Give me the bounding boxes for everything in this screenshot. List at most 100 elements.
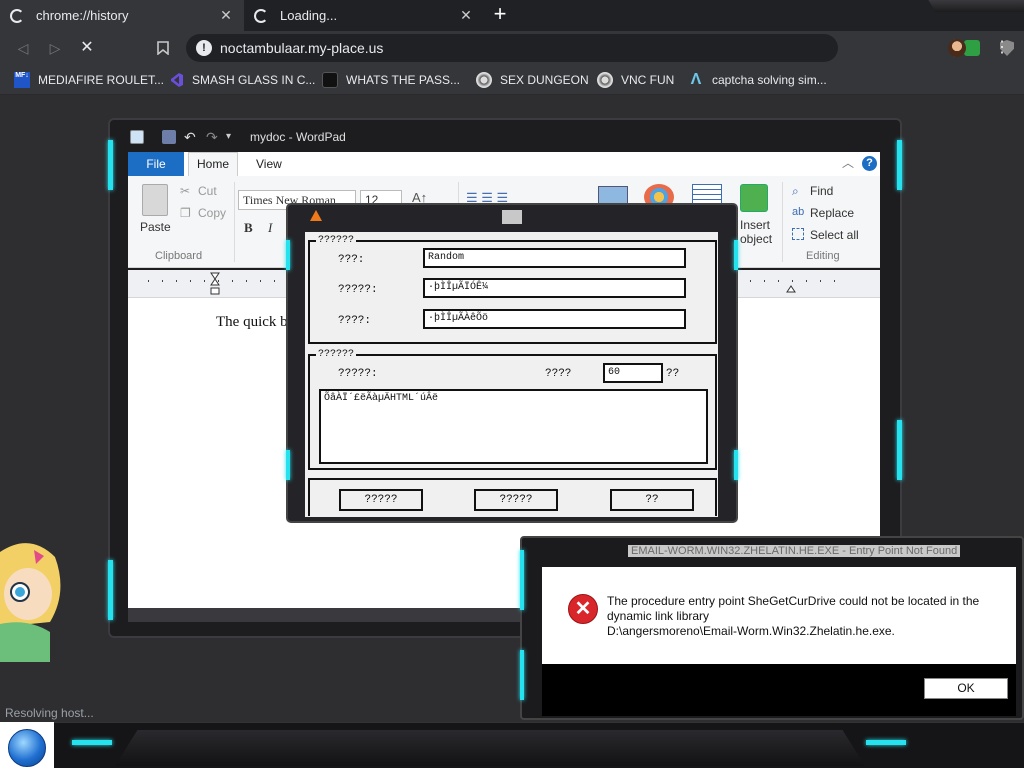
- bookmark-item[interactable]: WHATS THE PASS...: [322, 71, 460, 89]
- select-all-button[interactable]: Select all: [810, 228, 859, 242]
- frame-led: [520, 550, 524, 610]
- italic-button[interactable]: I: [268, 220, 272, 236]
- ribbon-tabs: File Home View ︿ ?: [128, 152, 880, 176]
- steam-icon: [476, 72, 492, 88]
- tab-view[interactable]: View: [256, 157, 282, 171]
- redo-icon[interactable]: ↷: [206, 130, 220, 144]
- field-label: ????:: [338, 315, 372, 327]
- tab-loading[interactable]: Loading... ✕: [244, 0, 484, 31]
- tab-title: chrome://history: [36, 8, 129, 23]
- bookmark-item[interactable]: VNC FUN: [597, 71, 674, 89]
- field-input[interactable]: ·þÌÎµÃÏÓÊ¼: [423, 278, 686, 298]
- window-title: mydoc - WordPad: [250, 130, 346, 144]
- undo-icon[interactable]: ↶: [184, 130, 198, 144]
- start-orb-icon[interactable]: [8, 729, 46, 767]
- wordpad-app-icon: [130, 130, 144, 144]
- visualstudio-icon: [171, 73, 183, 87]
- wordpad-titlebar: ↶ ↷ ▾ mydoc - WordPad: [128, 127, 880, 149]
- group-label: Editing: [806, 250, 840, 262]
- bookmark-item[interactable]: SEX DUNGEON: [476, 71, 589, 89]
- dialog-button-1[interactable]: ?????: [339, 489, 423, 511]
- text-area[interactable]: ÕâÀÏ´£ëÃàµÄHTML´úÂë: [319, 389, 708, 464]
- status-bubble: Resolving host...: [0, 704, 99, 722]
- replace-button[interactable]: Replace: [810, 206, 854, 220]
- find-button[interactable]: Find: [810, 184, 833, 198]
- field-input[interactable]: Random: [423, 248, 686, 268]
- field-input[interactable]: ·þÌÎµÃÀêÕö: [423, 309, 686, 329]
- browser-menu-icon[interactable]: ⋮: [994, 37, 1010, 57]
- url-text[interactable]: noctambulaar.my-place.us: [220, 40, 383, 56]
- frame-led: [734, 450, 738, 480]
- binoculars-icon[interactable]: ⌕: [792, 184, 799, 199]
- indent-marker-icon[interactable]: [210, 272, 220, 296]
- tab-file[interactable]: File: [128, 152, 184, 176]
- frame-led: [108, 140, 113, 190]
- loading-spinner-icon: [254, 8, 268, 23]
- bookmark-icon[interactable]: [152, 37, 174, 59]
- profile-avatar[interactable]: [948, 39, 966, 57]
- frame-led: [286, 240, 290, 270]
- bookmark-item[interactable]: Λ captcha solving sim...: [688, 71, 827, 89]
- error-icon: ✕: [568, 594, 598, 624]
- insert-object-button[interactable]: Insert: [740, 218, 770, 232]
- dialog-button-2[interactable]: ?????: [474, 489, 558, 511]
- loading-spinner-icon: [10, 8, 24, 23]
- copy-button[interactable]: Copy: [198, 206, 226, 220]
- taskbar-panel: [115, 730, 865, 766]
- extension-chat-icon[interactable]: [964, 40, 980, 56]
- help-icon[interactable]: ?: [862, 156, 877, 171]
- document-text[interactable]: The quick br: [216, 314, 293, 331]
- count-input[interactable]: 60: [603, 363, 663, 383]
- lock-icon: [322, 72, 338, 88]
- frame-decoration: [928, 0, 1024, 12]
- copy-icon[interactable]: ❐: [180, 206, 191, 220]
- address-bar[interactable]: ! noctambulaar.my-place.us: [186, 34, 1014, 62]
- ok-button[interactable]: OK: [924, 678, 1008, 699]
- frame-led: [286, 450, 290, 480]
- cut-button[interactable]: Cut: [198, 184, 217, 198]
- frame-led: [897, 140, 902, 190]
- tab-home[interactable]: Home: [188, 152, 238, 176]
- tab-title: Loading...: [280, 8, 338, 23]
- site-info-icon[interactable]: !: [196, 40, 212, 56]
- lambda-icon: Λ: [690, 71, 702, 88]
- cut-icon[interactable]: ✂: [180, 184, 190, 198]
- new-tab-button[interactable]: +: [488, 3, 512, 26]
- quick-access-dropdown-icon[interactable]: ▾: [226, 130, 240, 144]
- fieldset-legend: ??????: [316, 235, 357, 246]
- count-label: ????: [545, 368, 572, 380]
- bookmark-item[interactable]: SMASH GLASS IN C...: [168, 71, 315, 89]
- field-label: ?????:: [338, 368, 378, 380]
- dialog-button-3[interactable]: ??: [610, 489, 694, 511]
- tab-close-icon[interactable]: ✕: [458, 7, 474, 24]
- save-icon[interactable]: [162, 130, 176, 144]
- browser-toolbar: ◁ ▷ ✕ ! noctambulaar.my-place.us ⋮: [0, 31, 1024, 65]
- count-unit: ??: [666, 368, 680, 380]
- dialog-close-button[interactable]: [502, 210, 522, 224]
- field-label: ???:: [338, 254, 365, 266]
- frame-led: [897, 420, 902, 480]
- paste-button[interactable]: Paste: [140, 220, 171, 234]
- tab-close-icon[interactable]: ✕: [218, 7, 234, 24]
- mediafire-icon: MF↓: [14, 72, 30, 88]
- bold-button[interactable]: B: [244, 220, 253, 236]
- bookmark-item[interactable]: MF↓ MEDIAFIRE ROULET...: [14, 71, 164, 89]
- ribbon-collapse-icon[interactable]: ︿: [842, 154, 854, 171]
- insert-object-icon[interactable]: [740, 184, 768, 212]
- field-label: ?????:: [338, 284, 378, 296]
- frame-led: [520, 650, 524, 700]
- frame-led: [866, 740, 906, 745]
- replace-icon[interactable]: ab: [792, 206, 804, 218]
- frame-led: [108, 560, 113, 620]
- right-indent-marker-icon[interactable]: [786, 280, 796, 298]
- select-all-icon[interactable]: [792, 228, 804, 240]
- frame-led: [72, 740, 112, 745]
- back-arrow-icon[interactable]: ◁: [12, 37, 34, 59]
- tab-history[interactable]: chrome://history ✕: [0, 0, 244, 31]
- forward-arrow-icon[interactable]: ▷: [44, 37, 66, 59]
- frame-led: [734, 240, 738, 270]
- warning-icon: [310, 210, 322, 221]
- paste-icon[interactable]: [142, 184, 168, 216]
- error-dialog-title: EMAIL-WORM.WIN32.ZHELATIN.HE.EXE - Entry…: [628, 545, 961, 557]
- stop-loading-icon[interactable]: ✕: [76, 37, 98, 59]
